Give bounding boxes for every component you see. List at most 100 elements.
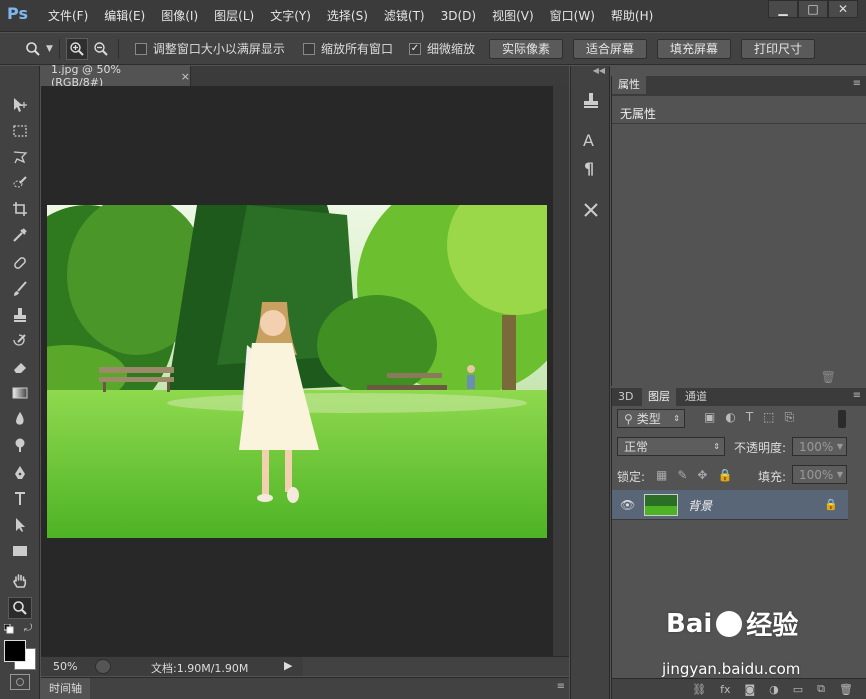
zoom-in-icon[interactable] [65, 37, 88, 60]
tab-channels[interactable]: 通道 [679, 388, 713, 406]
delete-icon[interactable]: 🗑 [821, 370, 836, 384]
minimize-button[interactable]: ▁ [768, 0, 798, 18]
type-filter-icon[interactable]: T [746, 410, 753, 425]
delete-layer-icon[interactable]: 🗑 [839, 683, 853, 696]
properties-tab[interactable]: 属性 [612, 76, 646, 94]
lock-position-icon[interactable]: ✥ [697, 468, 707, 482]
tool-presets-icon[interactable] [581, 90, 601, 113]
menu-file[interactable]: 文件(F) [40, 0, 96, 32]
move-tool-icon[interactable] [8, 94, 32, 116]
type-tool-icon[interactable] [8, 488, 32, 510]
tab-layers[interactable]: 图层 [642, 388, 676, 406]
hand-tool-icon[interactable] [8, 570, 32, 592]
fit-screen-button[interactable]: 适合屏幕 [572, 38, 647, 59]
brush-tool-icon[interactable] [8, 278, 32, 300]
quick-mask-icon[interactable] [10, 674, 30, 690]
pen-tool-icon[interactable] [8, 462, 32, 484]
zoom-tool-preset-icon[interactable] [22, 38, 44, 60]
menu-image[interactable]: 图像(I) [153, 0, 206, 32]
resize-windows-checkbox[interactable]: 调整窗口大小以满屏显示 [134, 40, 285, 57]
clone-stamp-tool-icon[interactable] [8, 304, 32, 326]
menu-type[interactable]: 文字(Y) [262, 0, 319, 32]
eyedropper-tool-icon[interactable] [8, 224, 32, 246]
blur-tool-icon[interactable] [8, 408, 32, 430]
history-brush-tool-icon[interactable] [8, 330, 32, 352]
character-panel-icon[interactable]: A [583, 131, 594, 150]
blend-mode-select[interactable]: 正常 ⇕ [617, 437, 725, 456]
menu-3d[interactable]: 3D(D) [433, 0, 484, 32]
scrubby-zoom-checkbox[interactable]: ✓ 细微缩放 [408, 40, 475, 57]
zoom-all-windows-checkbox[interactable]: 缩放所有窗口 [302, 40, 393, 57]
vertical-scrollbar[interactable] [553, 86, 569, 656]
crop-tool-icon[interactable] [8, 198, 32, 220]
status-menu-arrow-icon[interactable]: ▶ [284, 659, 292, 672]
add-mask-icon[interactable]: ◙ [744, 683, 755, 696]
menu-view[interactable]: 视图(V) [484, 0, 542, 32]
adjustment-filter-icon[interactable]: ◐ [725, 410, 735, 425]
panel-menu-icon[interactable]: ≡ [557, 681, 565, 692]
image-filter-icon[interactable]: ▣ [704, 410, 715, 425]
menu-edit[interactable]: 编辑(E) [96, 0, 153, 32]
close-tab-icon[interactable]: × [181, 70, 190, 83]
maximize-button[interactable]: □ [798, 0, 828, 18]
horizontal-scrollbar[interactable] [303, 657, 569, 676]
chevron-down-icon: ▼ [836, 442, 843, 451]
print-size-button[interactable]: 打印尺寸 [741, 38, 816, 59]
foreground-color-swatch[interactable] [4, 640, 26, 662]
filter-toggle[interactable] [838, 410, 846, 428]
lock-pixels-icon[interactable]: ✎ [677, 468, 687, 482]
menu-help[interactable]: 帮助(H) [603, 0, 661, 32]
smart-object-filter-icon[interactable]: ⎘ [785, 410, 795, 425]
layer-name[interactable]: 背景 [688, 497, 712, 514]
panel-menu-icon[interactable]: ≡ [853, 78, 861, 89]
link-layers-icon[interactable]: ⛓ [692, 683, 706, 696]
checkmark-icon[interactable]: ✓ [408, 42, 421, 55]
adjustment-layer-icon[interactable]: ◑ [769, 683, 779, 696]
actual-pixels-button[interactable]: 实际像素 [488, 38, 563, 59]
status-info-icon[interactable] [95, 659, 111, 674]
window-controls: ▁ □ ✕ [768, 0, 858, 18]
panel-menu-icon[interactable]: ≡ [853, 390, 861, 401]
document-tab[interactable]: 1.jpg @ 50%(RGB/8#) × [41, 63, 191, 89]
opacity-input[interactable]: 100% ▼ [792, 437, 847, 456]
checkbox-box[interactable] [302, 42, 315, 55]
default-colors-icon[interactable] [3, 623, 14, 634]
lock-all-icon[interactable]: 🔒 [717, 468, 732, 482]
zoom-tool-icon[interactable] [8, 597, 32, 619]
fill-screen-button[interactable]: 填充屏幕 [657, 38, 732, 59]
eraser-tool-icon[interactable] [8, 356, 32, 378]
lock-transparency-icon[interactable]: ▦ [656, 468, 667, 482]
preset-dropdown-arrow-icon[interactable]: ▼ [46, 44, 53, 54]
gradient-tool-icon[interactable] [8, 382, 32, 404]
tab-3d[interactable]: 3D [612, 388, 639, 406]
layer-lock-icon: 🔒 [824, 498, 838, 511]
marquee-tool-icon[interactable] [8, 120, 32, 142]
lasso-tool-icon[interactable] [8, 146, 32, 168]
brush-panel-icon[interactable] [581, 200, 601, 223]
filter-kind-select[interactable]: ⚲ 类型 ⇕ [617, 409, 685, 428]
rectangle-tool-icon[interactable] [8, 540, 32, 562]
menu-layer[interactable]: 图层(L) [206, 0, 262, 32]
zoom-out-icon[interactable] [90, 38, 112, 60]
eye-icon[interactable]: 👁 [620, 498, 635, 512]
fx-icon[interactable]: fx [720, 683, 730, 696]
dodge-tool-icon[interactable] [8, 434, 32, 456]
timeline-tab[interactable]: 时间轴 [41, 678, 90, 699]
menu-select[interactable]: 选择(S) [319, 0, 376, 32]
swap-colors-icon[interactable]: ⤾ [24, 623, 32, 634]
collapse-arrows-icon[interactable]: ◀◀ [571, 66, 609, 76]
layer-row[interactable]: 👁 背景 🔒 [612, 490, 848, 520]
close-button[interactable]: ✕ [828, 0, 858, 18]
fill-input[interactable]: 100% ▼ [792, 465, 847, 484]
menu-window[interactable]: 窗口(W) [542, 0, 603, 32]
new-group-icon[interactable]: ▭ [793, 683, 803, 696]
path-selection-tool-icon[interactable] [8, 514, 32, 536]
quick-selection-tool-icon[interactable] [8, 172, 32, 194]
zoom-level[interactable]: 50% [53, 660, 77, 673]
checkbox-box[interactable] [134, 42, 147, 55]
healing-brush-tool-icon[interactable] [8, 252, 32, 274]
paragraph-panel-icon[interactable]: ¶ [584, 159, 594, 178]
shape-filter-icon[interactable]: ⬚ [763, 410, 774, 425]
menu-filter[interactable]: 滤镜(T) [376, 0, 433, 32]
new-layer-icon[interactable]: ⧉ [817, 682, 825, 696]
